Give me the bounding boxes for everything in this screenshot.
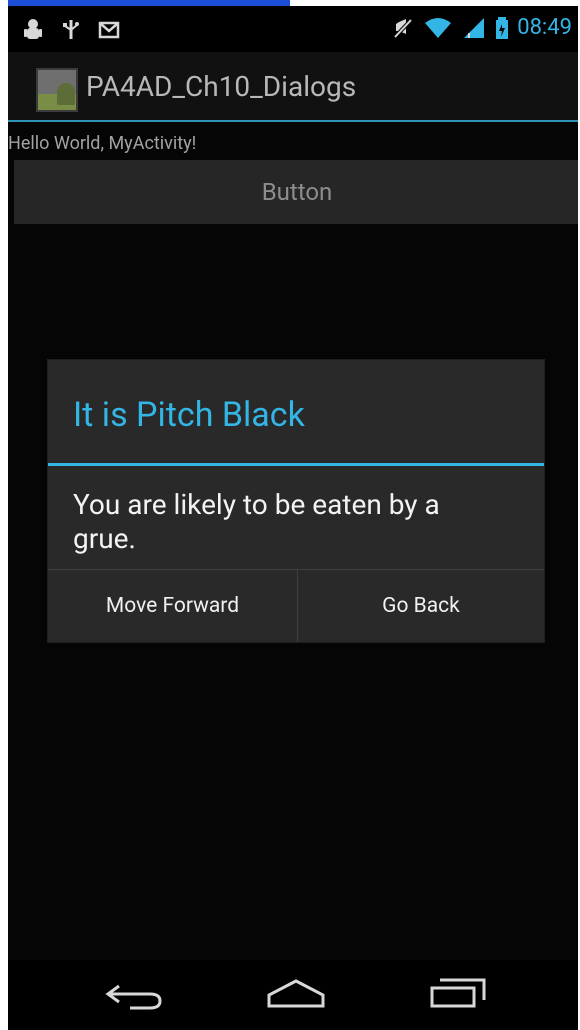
move-forward-button[interactable]: Move Forward — [48, 570, 297, 642]
home-icon[interactable] — [267, 978, 325, 1012]
battery-icon — [495, 16, 509, 40]
android-debug-icon — [22, 18, 44, 42]
navigation-bar — [8, 960, 578, 1030]
status-bar: 08:49 — [8, 6, 578, 52]
app-title: PA4AD_Ch10_Dialogs — [86, 70, 357, 103]
signal-icon — [461, 16, 487, 40]
status-left-icons — [22, 18, 120, 42]
page-frame: 08:49 PA4AD_Ch10_Dialogs Hello World, My… — [0, 0, 580, 1030]
status-right-icons: 08:49 — [391, 14, 572, 42]
hello-text: Hello World, MyActivity! — [8, 133, 197, 154]
status-time: 08:49 — [517, 15, 572, 40]
dialog-message: You are likely to be eaten by a grue. — [73, 488, 440, 555]
usb-icon — [60, 18, 82, 42]
gmail-icon — [98, 20, 120, 40]
recent-apps-icon[interactable] — [428, 978, 488, 1012]
alert-dialog: It is Pitch Black You are likely to be e… — [48, 360, 544, 642]
go-back-button[interactable]: Go Back — [298, 570, 544, 642]
app-icon — [36, 68, 78, 112]
dialog-title: It is Pitch Black — [73, 395, 305, 435]
main-button[interactable]: Button — [14, 160, 578, 224]
wifi-icon — [423, 16, 453, 40]
back-icon[interactable] — [104, 978, 168, 1012]
mute-icon — [391, 16, 415, 40]
action-bar-divider — [8, 120, 578, 122]
dialog-title-divider — [48, 463, 544, 466]
phone-screen: 08:49 PA4AD_Ch10_Dialogs Hello World, My… — [8, 6, 578, 1030]
action-bar: PA4AD_Ch10_Dialogs — [8, 52, 578, 120]
